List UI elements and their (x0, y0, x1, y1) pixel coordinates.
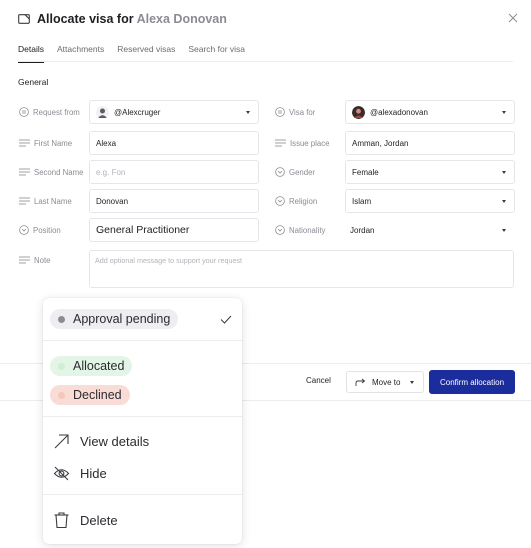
text-lines-icon (19, 256, 30, 264)
menu-item-hide[interactable]: Hide (53, 463, 107, 483)
second-name-input[interactable]: e.g. Fon (89, 160, 259, 184)
first-name-label: First Name (19, 131, 72, 155)
close-icon[interactable] (507, 12, 519, 24)
section-title: General (18, 77, 49, 87)
move-to-button[interactable]: Move to (346, 371, 424, 393)
menu-divider (43, 494, 242, 495)
text-lines-icon (19, 168, 30, 176)
nationality-select[interactable]: Jordan (343, 218, 515, 242)
visa-for-label: Visa for (275, 100, 315, 124)
status-dot (58, 315, 65, 323)
second-name-label: Second Name (19, 160, 83, 184)
tab-details[interactable]: Details (18, 44, 44, 63)
forward-arrow-icon (355, 378, 366, 386)
tab-attachments[interactable]: Attachments (57, 44, 104, 62)
avatar (352, 105, 365, 119)
menu-item-delete[interactable]: Delete (53, 510, 118, 530)
modal-title-name: Alexa Donovan (136, 12, 227, 26)
menu-divider (43, 416, 242, 417)
chevron-down-icon (502, 200, 506, 203)
chevron-down-icon (502, 171, 506, 174)
chevron-circle-icon (275, 167, 285, 177)
text-lines-icon (19, 197, 30, 205)
status-dropdown-menu: Approval pending Allocated Declined View… (43, 298, 242, 544)
religion-select[interactable]: Islam (345, 189, 515, 213)
modal-header: Allocate visa for Alexa Donovan (18, 10, 227, 28)
allocate-visa-modal: Allocate visa for Alexa Donovan Details … (0, 0, 531, 548)
chevron-circle-icon (275, 225, 285, 235)
issue-place-input[interactable]: Amman, Jordan (345, 131, 515, 155)
visa-card-icon (18, 14, 30, 24)
request-from-select[interactable]: @Alexcruger (89, 100, 259, 124)
last-name-input[interactable]: Donovan (89, 189, 259, 213)
status-dot (58, 391, 65, 399)
avatar (96, 105, 109, 119)
check-icon (220, 315, 232, 324)
chevron-down-icon (410, 380, 415, 384)
first-name-input[interactable]: Alexa (89, 131, 259, 155)
arrow-up-right-icon (54, 433, 69, 448)
text-lines-icon (19, 139, 30, 147)
note-label: Note (19, 248, 50, 272)
note-textarea[interactable]: Add optional message to support your req… (89, 250, 514, 288)
nationality-label: Nationality (275, 218, 325, 242)
issue-place-label: Issue place (275, 131, 329, 155)
status-dot (58, 362, 65, 370)
tab-reserved-visas[interactable]: Reserved visas (117, 44, 175, 62)
menu-divider (43, 340, 242, 341)
status-option-declined[interactable]: Declined (50, 385, 130, 405)
status-option-allocated[interactable]: Allocated (50, 356, 133, 376)
chevron-down-icon (502, 229, 506, 232)
chevron-circle-icon (19, 225, 29, 235)
chevron-down-icon (246, 111, 250, 114)
tab-search-for-visa[interactable]: Search for visa (188, 44, 245, 62)
trash-icon (54, 512, 69, 529)
modal-title: Allocate visa for Alexa Donovan (37, 12, 227, 26)
tab-bar: Details Attachments Reserved visas Searc… (18, 44, 513, 63)
menu-item-view-details[interactable]: View details (53, 431, 149, 451)
position-input[interactable]: General Practitioner (89, 218, 259, 242)
person-circle-icon (275, 107, 285, 117)
person-circle-icon (19, 107, 29, 117)
chevron-circle-icon (275, 196, 285, 206)
chevron-down-icon (502, 111, 506, 114)
visa-for-select[interactable]: @alexadonovan (345, 100, 515, 124)
request-from-label: Request from (19, 100, 80, 124)
text-lines-icon (275, 139, 286, 147)
confirm-allocation-button[interactable]: Confirm allocation (429, 370, 515, 394)
last-name-label: Last Name (19, 189, 72, 213)
gender-select[interactable]: Female (345, 160, 515, 184)
eye-off-icon (53, 466, 70, 480)
gender-label: Gender (275, 160, 315, 184)
religion-label: Religion (275, 189, 317, 213)
position-label: Position (19, 218, 61, 242)
cancel-button[interactable]: Cancel (306, 376, 331, 385)
status-option-approval-pending[interactable]: Approval pending (50, 309, 179, 329)
